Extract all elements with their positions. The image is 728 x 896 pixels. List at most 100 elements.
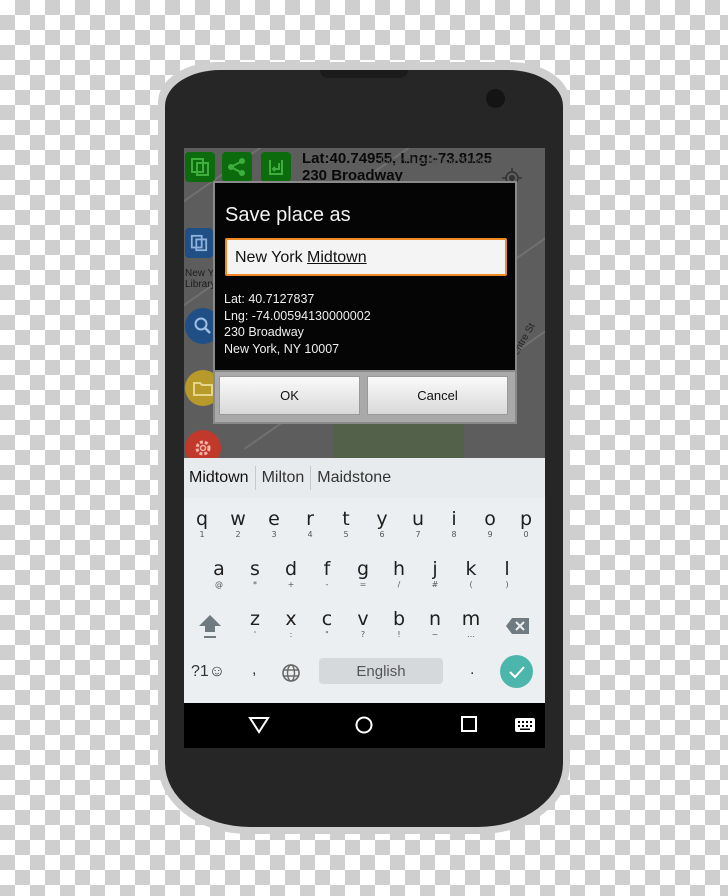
shift-icon (199, 615, 221, 638)
key-letter: i (451, 508, 457, 530)
key-y[interactable]: y6 (364, 508, 400, 552)
key-d[interactable]: d + (273, 558, 309, 602)
key-c[interactable]: c " (309, 608, 345, 652)
key-s[interactable]: s * (237, 558, 273, 602)
saved-places-button[interactable] (185, 228, 213, 258)
back-icon[interactable] (248, 715, 270, 735)
key-letter: c (321, 608, 333, 630)
key-letter: m (461, 608, 481, 630)
backspace-key[interactable] (500, 608, 536, 652)
key-w[interactable]: w2 (220, 508, 256, 552)
import-icon (269, 160, 283, 175)
key-alt-symbol: ) (505, 580, 509, 589)
key-t[interactable]: t5 (328, 508, 364, 552)
key-alt-symbol: = (359, 580, 367, 589)
backspace-icon (506, 618, 529, 634)
key-i[interactable]: i8 (436, 508, 472, 552)
globe-icon[interactable] (281, 663, 301, 683)
key-m[interactable]: m… (453, 608, 489, 652)
key-letter: w (230, 508, 246, 530)
map-label-irs: Internal Revenue Service (380, 156, 493, 167)
key-letter: t (342, 508, 350, 530)
key-r[interactable]: r4 (292, 508, 328, 552)
key-letter: x (285, 608, 297, 630)
key-alt-symbol: 1 (199, 530, 205, 539)
key-letter: j (432, 558, 438, 580)
ok-button[interactable]: OK (219, 376, 360, 415)
key-l[interactable]: l) (489, 558, 525, 602)
suggestion-strip: Midtown Milton Maidstone (184, 458, 545, 498)
key-letter: e (268, 508, 280, 530)
key-p[interactable]: p0 (508, 508, 544, 552)
shift-key[interactable] (192, 608, 228, 652)
suggestion-item[interactable]: Midtown (189, 469, 255, 487)
phone-speaker (320, 70, 408, 78)
comma-key[interactable]: , (252, 661, 256, 679)
key-n[interactable]: n ~ (417, 608, 453, 652)
key-alt-symbol: * (253, 580, 257, 589)
key-v[interactable]: v? (345, 608, 381, 652)
key-f[interactable]: f- (309, 558, 345, 602)
input-composing-text: Midtown (307, 249, 367, 266)
key-q[interactable]: q1 (184, 508, 220, 552)
key-k[interactable]: k( (453, 558, 489, 602)
suggestion-divider (254, 466, 256, 490)
key-letter: l (504, 558, 510, 580)
home-icon[interactable] (354, 715, 374, 735)
key-letter: g (356, 558, 370, 580)
key-letter: v (357, 608, 369, 630)
key-alt-symbol: ~ (431, 630, 439, 639)
recents-icon[interactable] (460, 715, 478, 733)
key-alt-symbol: 2 (235, 530, 241, 539)
key-alt-symbol: … (467, 630, 475, 639)
cancel-button[interactable]: Cancel (367, 376, 508, 415)
key-letter: n (428, 608, 442, 630)
place-name-input[interactable]: New York Midtown (225, 238, 507, 276)
share-button[interactable] (222, 152, 252, 182)
symbols-key[interactable]: ?1☺ (191, 663, 225, 681)
key-j[interactable]: j # (417, 558, 453, 602)
key-alt-symbol: 7 (415, 530, 421, 539)
enter-key[interactable] (500, 655, 533, 688)
key-letter: f (323, 558, 331, 580)
dialog-title: Save place as (225, 204, 351, 226)
key-z[interactable]: z ' (237, 608, 273, 652)
share-icon (228, 158, 245, 176)
keyboard-switch-icon[interactable] (515, 718, 535, 732)
place-label-line: Library (185, 279, 216, 290)
key-alt-symbol: 0 (523, 530, 529, 539)
key-alt-symbol: 9 (487, 530, 493, 539)
phone-screen: Lat:40.74955, Lng:-73.8125 230 Broadway … (184, 148, 545, 748)
key-g[interactable]: g = (345, 558, 381, 602)
key-alt-symbol: ' (253, 630, 257, 639)
key-letter: u (411, 508, 425, 530)
soft-keyboard: Midtown Milton Maidstone q1w2e3r4t5y6u7i… (184, 458, 545, 703)
detail-lng: Lng: -74.00594130000002 (224, 308, 371, 323)
space-key[interactable]: English (319, 658, 443, 684)
key-alt-symbol: - (325, 580, 329, 589)
copy-button[interactable] (185, 152, 215, 182)
place-label-line: New Y (185, 268, 215, 279)
import-button[interactable] (261, 152, 291, 182)
key-a[interactable]: a @ (201, 558, 237, 602)
key-h[interactable]: h / (381, 558, 417, 602)
suggestion-divider (310, 466, 312, 490)
key-b[interactable]: b! (381, 608, 417, 652)
key-o[interactable]: o9 (472, 508, 508, 552)
key-x[interactable]: x: (273, 608, 309, 652)
key-alt-symbol: 4 (307, 530, 313, 539)
suggestion-item[interactable]: Milton (262, 469, 311, 487)
key-alt-symbol: # (431, 580, 439, 589)
gear-icon (195, 440, 211, 456)
detail-address1: 230 Broadway (224, 325, 304, 339)
settings-button[interactable] (185, 430, 221, 458)
key-alt-symbol: " (325, 630, 329, 639)
suggestion-item[interactable]: Maidstone (317, 469, 397, 487)
key-e[interactable]: e3 (256, 508, 292, 552)
period-key[interactable]: . (470, 661, 474, 679)
key-u[interactable]: u7 (400, 508, 436, 552)
key-letter: h (392, 558, 406, 580)
key-letter: a (213, 558, 225, 580)
front-camera (486, 89, 505, 108)
navigation-bar (184, 703, 545, 748)
